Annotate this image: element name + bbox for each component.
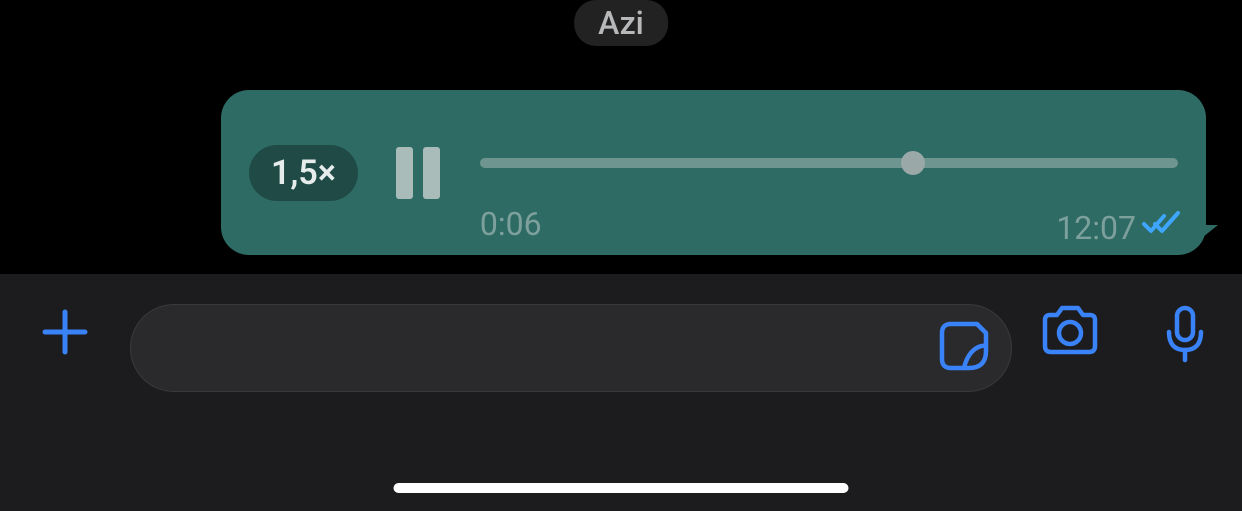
chat-area: Azi 1,5× 0:06 12:07 bbox=[0, 0, 1242, 274]
playback-speed-button[interactable]: 1,5× bbox=[249, 145, 358, 201]
microphone-button[interactable] bbox=[1127, 304, 1242, 368]
voice-elapsed-time: 0:06 bbox=[480, 205, 542, 243]
microphone-icon bbox=[1161, 304, 1209, 368]
pause-icon bbox=[423, 147, 440, 199]
voice-progress-track[interactable] bbox=[480, 158, 1178, 168]
date-chip: Azi bbox=[574, 0, 668, 46]
message-sent-time: 12:07 bbox=[1056, 209, 1136, 247]
outgoing-message: 1,5× 0:06 12:07 bbox=[221, 90, 1206, 255]
playback-speed-label: 1,5× bbox=[271, 153, 336, 193]
attach-button[interactable] bbox=[0, 304, 130, 360]
home-indicator bbox=[394, 483, 849, 493]
read-receipt-icon bbox=[1142, 211, 1182, 241]
pause-button[interactable] bbox=[396, 147, 440, 199]
sticker-icon bbox=[937, 319, 991, 373]
bubble-tail bbox=[1198, 225, 1218, 241]
message-input[interactable] bbox=[130, 304, 1012, 392]
voice-message-bubble[interactable]: 1,5× 0:06 12:07 bbox=[221, 90, 1206, 255]
input-dock bbox=[0, 274, 1242, 511]
voice-progress-knob[interactable] bbox=[901, 151, 925, 175]
plus-icon bbox=[37, 304, 93, 360]
camera-icon bbox=[1038, 304, 1102, 358]
date-chip-label: Azi bbox=[598, 4, 644, 42]
sticker-button[interactable] bbox=[937, 319, 991, 377]
pause-icon bbox=[396, 147, 413, 199]
camera-button[interactable] bbox=[1012, 304, 1127, 358]
